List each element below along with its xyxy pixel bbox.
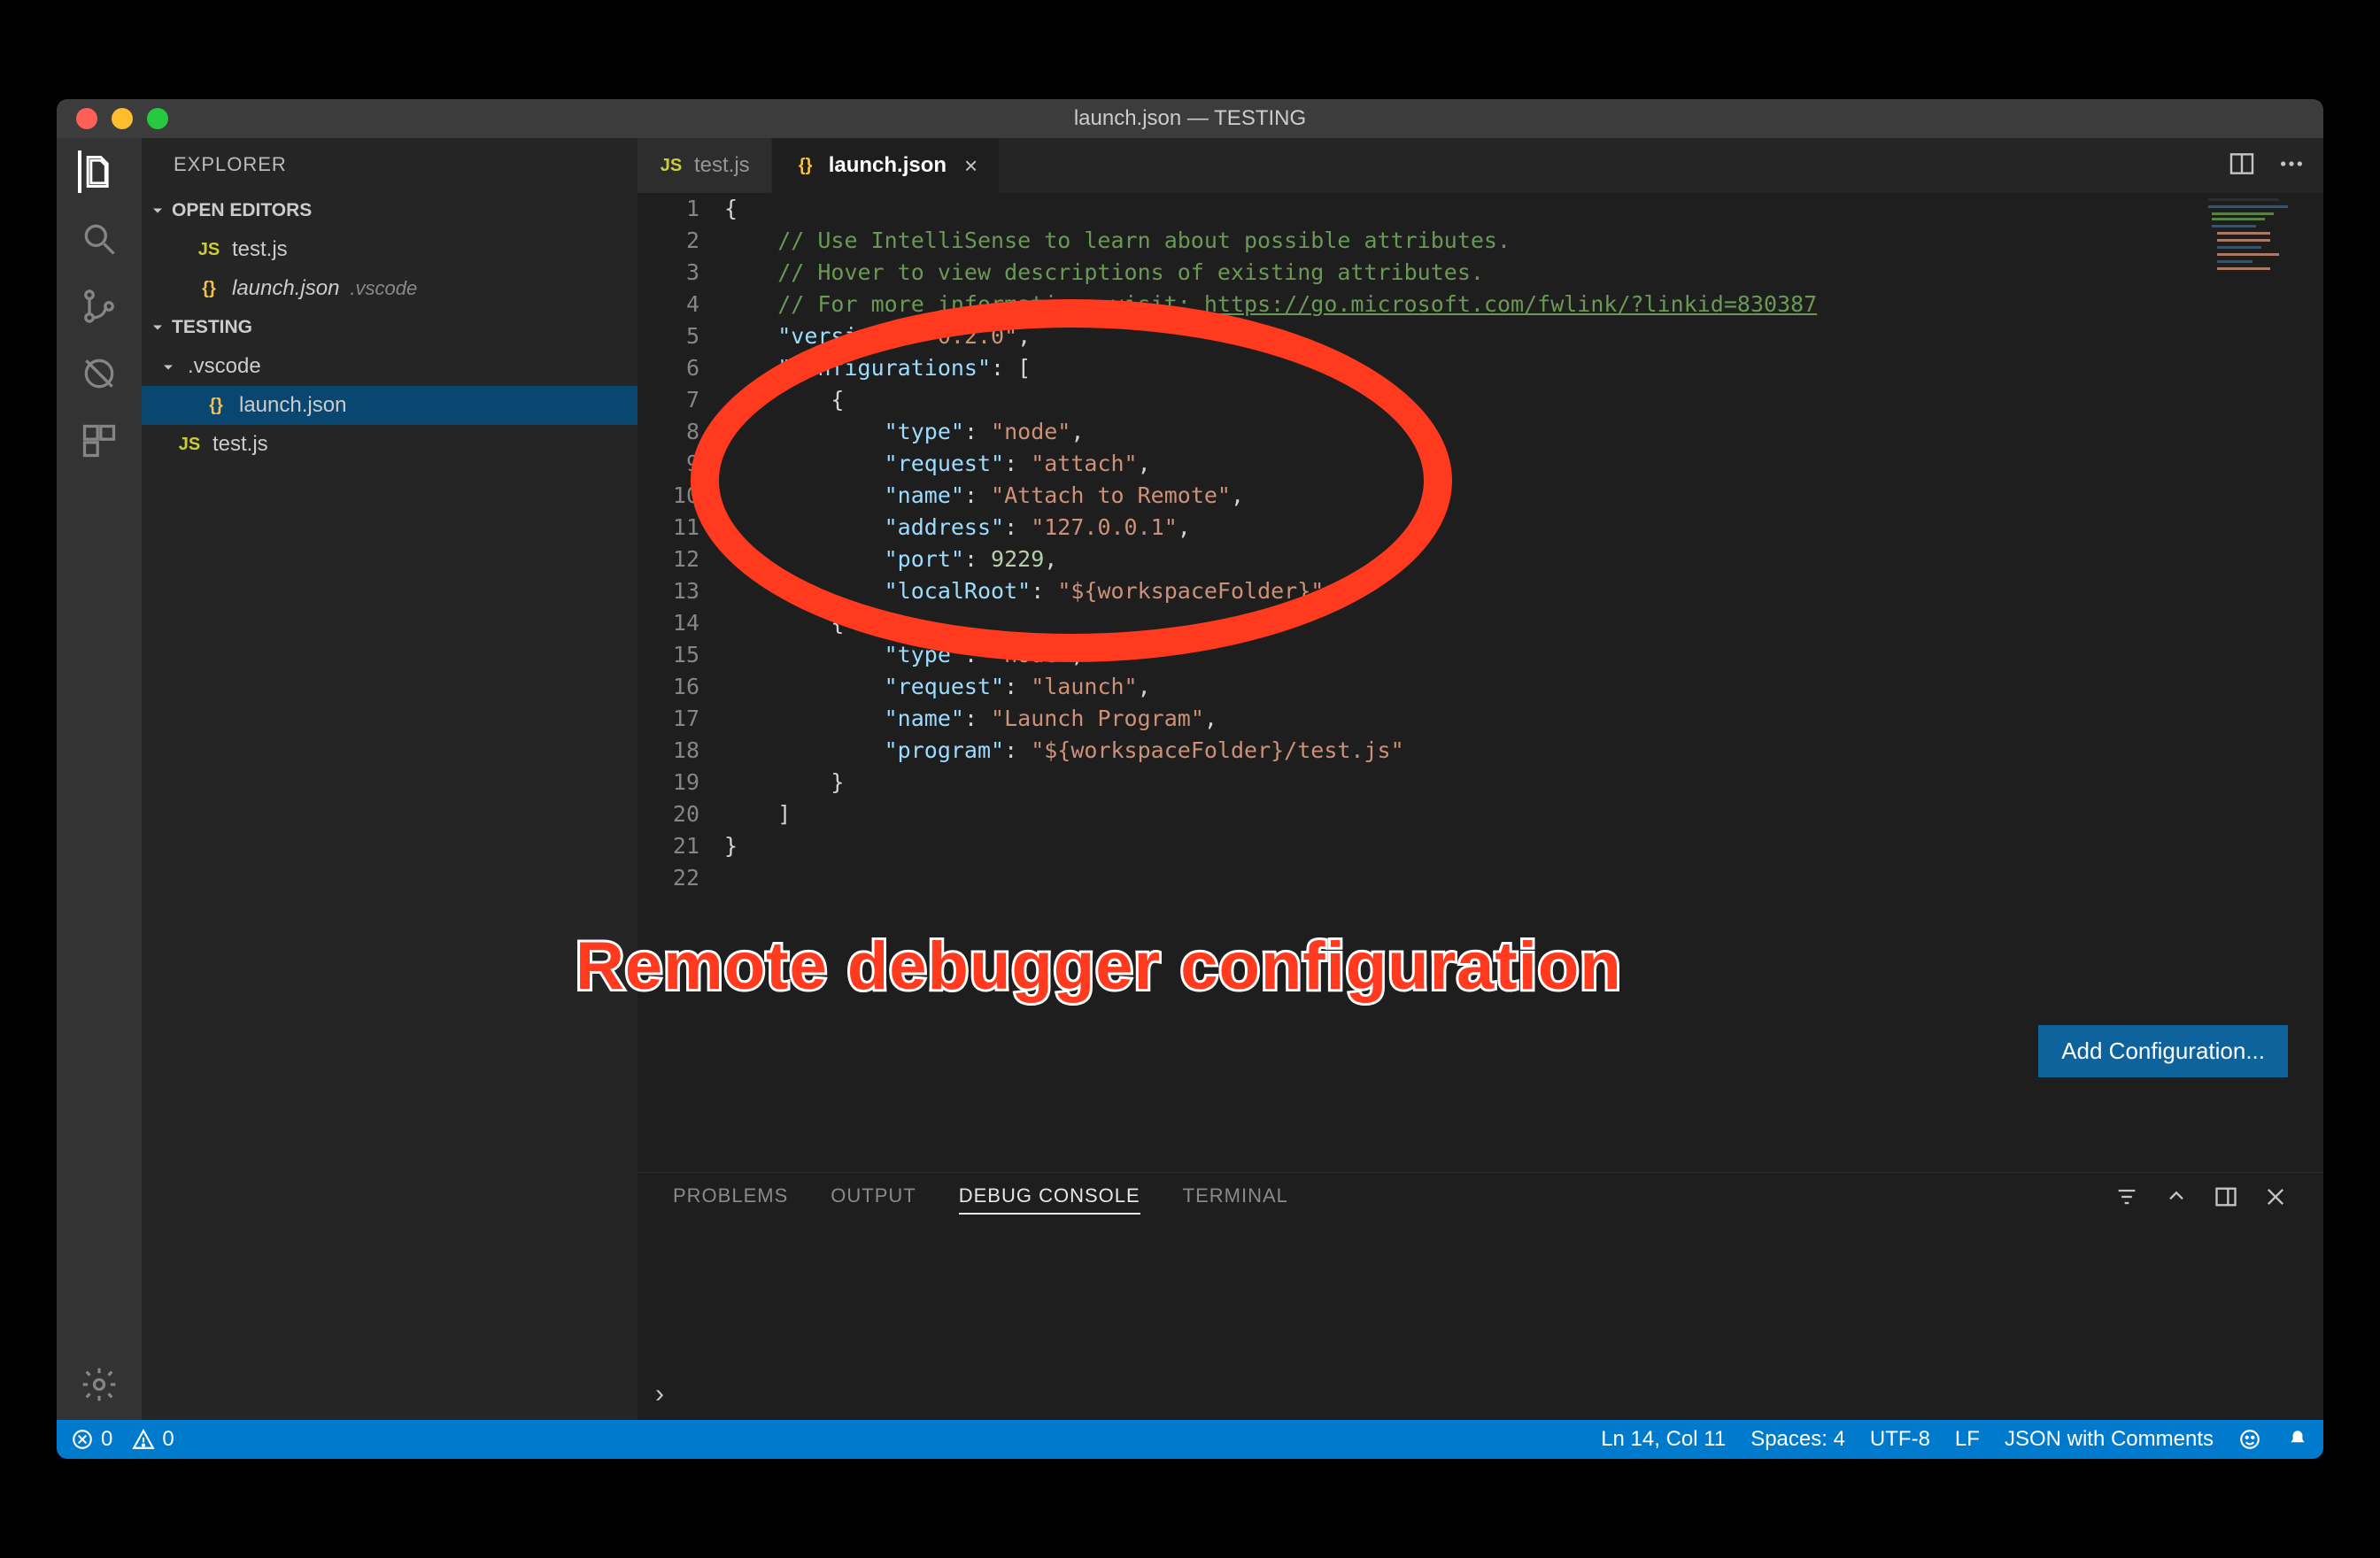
json-file-icon: {} bbox=[793, 156, 818, 176]
code-line: // Use IntelliSense to learn about possi… bbox=[721, 225, 2323, 257]
tab-close-icon[interactable]: × bbox=[957, 152, 978, 180]
open-editor-item[interactable]: JS test.js bbox=[142, 230, 638, 269]
close-window-button[interactable] bbox=[76, 108, 97, 129]
code-line: "version": "0.2.0", bbox=[721, 320, 2323, 352]
chevron-down-icon bbox=[159, 358, 177, 375]
json-file-icon: {} bbox=[197, 279, 221, 299]
code-line: "program": "${workspaceFolder}/test.js" bbox=[721, 735, 2323, 767]
file-name: launch.json bbox=[232, 276, 339, 301]
code-line: "request": "attach", bbox=[721, 448, 2323, 480]
code-line: "type": "node", bbox=[721, 639, 2323, 671]
titlebar: launch.json — TESTING bbox=[57, 99, 2323, 138]
code-line: "name": "Attach to Remote", bbox=[721, 480, 2323, 512]
open-editors-header[interactable]: OPEN EDITORS bbox=[142, 191, 638, 230]
panel-layout-icon[interactable] bbox=[2214, 1184, 2238, 1215]
panel-tab-terminal[interactable]: TERMINAL bbox=[1183, 1184, 1288, 1215]
file-directory: .vscode bbox=[350, 277, 417, 300]
chevron-down-icon bbox=[149, 202, 166, 220]
debug-icon[interactable] bbox=[78, 352, 120, 395]
editor-tab[interactable]: {} launch.json × bbox=[772, 138, 1001, 193]
traffic-lights bbox=[57, 108, 168, 129]
chevron-down-icon bbox=[149, 319, 166, 336]
editor-group: JS test.js {} launch.json × 1234567891011121… bbox=[638, 138, 2323, 1420]
panel-tab-problems[interactable]: PROBLEMS bbox=[673, 1184, 788, 1215]
code-line: // For more information, visit: https://… bbox=[721, 289, 2323, 320]
editor-tabs: JS test.js {} launch.json × bbox=[638, 138, 2323, 193]
tab-label: launch.json bbox=[829, 153, 947, 178]
panel-close-icon[interactable] bbox=[2263, 1184, 2288, 1215]
status-indentation[interactable]: Spaces: 4 bbox=[1750, 1427, 1845, 1452]
window-title: launch.json — TESTING bbox=[57, 106, 2323, 131]
code-line: "name": "Launch Program", bbox=[721, 703, 2323, 735]
tab-label: test.js bbox=[694, 153, 750, 178]
panel-tabs: PROBLEMS OUTPUT DEBUG CONSOLE TERMINAL bbox=[638, 1173, 2323, 1226]
status-cursor-position[interactable]: Ln 14, Col 11 bbox=[1601, 1427, 1726, 1452]
explorer-title: EXPLORER bbox=[142, 138, 638, 191]
status-bar: 0 0 Ln 14, Col 11 Spaces: 4 UTF-8 LF JSO… bbox=[57, 1420, 2323, 1459]
extensions-icon[interactable] bbox=[78, 420, 120, 462]
file-item[interactable]: {} launch.json bbox=[142, 386, 638, 425]
settings-gear-icon[interactable] bbox=[78, 1363, 120, 1406]
code-line: ] bbox=[721, 798, 2323, 830]
status-notifications-icon[interactable] bbox=[2286, 1428, 2309, 1451]
file-item[interactable]: JS test.js bbox=[142, 425, 638, 464]
status-warnings[interactable]: 0 bbox=[132, 1427, 174, 1452]
explorer-icon[interactable] bbox=[78, 150, 120, 193]
source-control-icon[interactable] bbox=[78, 285, 120, 328]
explorer-sidebar: EXPLORER OPEN EDITORS JS test.js {} launch.… bbox=[142, 138, 638, 1420]
workspace-header[interactable]: TESTING bbox=[142, 308, 638, 347]
code-line: "address": "127.0.0.1", bbox=[721, 512, 2323, 544]
code-line: "localRoot": "${workspaceFolder}" bbox=[721, 575, 2323, 607]
panel-tab-output[interactable]: OUTPUT bbox=[831, 1184, 916, 1215]
file-name: test.js bbox=[212, 432, 268, 457]
file-name: launch.json bbox=[239, 393, 346, 418]
code-line: { bbox=[721, 607, 2323, 639]
code-line: { bbox=[721, 384, 2323, 416]
code-line: "type": "node", bbox=[721, 416, 2323, 448]
add-configuration-button[interactable]: Add Configuration... bbox=[2038, 1025, 2288, 1077]
panel-collapse-icon[interactable] bbox=[2164, 1184, 2189, 1215]
panel-filter-icon[interactable] bbox=[2114, 1184, 2139, 1215]
code-line: } bbox=[721, 767, 2323, 798]
minimap[interactable] bbox=[2199, 193, 2323, 352]
status-errors[interactable]: 0 bbox=[71, 1427, 112, 1452]
js-file-icon: JS bbox=[177, 435, 202, 455]
json-file-icon: {} bbox=[204, 396, 228, 416]
status-eol[interactable]: LF bbox=[1955, 1427, 1980, 1452]
js-file-icon: JS bbox=[197, 240, 221, 260]
folder-name: .vscode bbox=[188, 354, 261, 379]
code-line: // Hover to view descriptions of existin… bbox=[721, 257, 2323, 289]
code-line: "request": "launch", bbox=[721, 671, 2323, 703]
minimize-window-button[interactable] bbox=[112, 108, 133, 129]
activity-bar bbox=[57, 138, 142, 1420]
code-line: { bbox=[721, 193, 2323, 225]
line-number-gutter: 12345678910111213141516171819202122 bbox=[638, 193, 721, 1172]
code-line: "configurations": [ bbox=[721, 352, 2323, 384]
code-line: } bbox=[721, 830, 2323, 862]
open-editor-item[interactable]: {} launch.json .vscode bbox=[142, 269, 638, 308]
folder-item[interactable]: .vscode bbox=[142, 347, 638, 386]
search-icon[interactable] bbox=[78, 218, 120, 260]
debug-console-body[interactable]: › bbox=[638, 1226, 2323, 1420]
file-name: test.js bbox=[232, 237, 288, 262]
js-file-icon: JS bbox=[659, 156, 684, 176]
more-actions-icon[interactable] bbox=[2277, 150, 2306, 182]
maximize-window-button[interactable] bbox=[147, 108, 168, 129]
panel-tab-debug-console[interactable]: DEBUG CONSOLE bbox=[959, 1184, 1140, 1215]
editor-area[interactable]: 12345678910111213141516171819202122 { //… bbox=[638, 193, 2323, 1172]
editor-tab[interactable]: JS test.js bbox=[638, 138, 772, 193]
app-window: launch.json — TESTING bbox=[57, 99, 2323, 1459]
status-encoding[interactable]: UTF-8 bbox=[1870, 1427, 1930, 1452]
debug-console-prompt: › bbox=[655, 1379, 664, 1409]
split-editor-icon[interactable] bbox=[2228, 150, 2256, 182]
status-language[interactable]: JSON with Comments bbox=[2005, 1427, 2214, 1452]
status-feedback-icon[interactable] bbox=[2238, 1428, 2261, 1451]
bottom-panel: PROBLEMS OUTPUT DEBUG CONSOLE TERMINAL › bbox=[638, 1172, 2323, 1420]
editor-actions bbox=[2228, 138, 2323, 193]
code-line: "port": 9229, bbox=[721, 544, 2323, 575]
